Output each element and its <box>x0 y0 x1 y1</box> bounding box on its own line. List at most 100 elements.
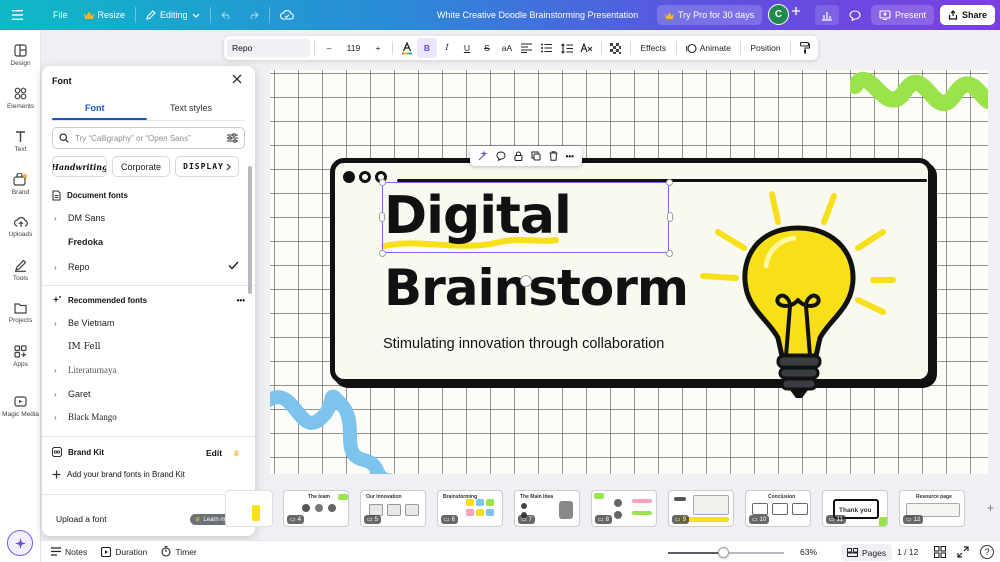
tab-font[interactable]: Font <box>85 103 105 113</box>
decrease-font-size-button[interactable]: – <box>319 38 339 58</box>
user-avatar[interactable]: C <box>768 4 789 25</box>
comments-button[interactable] <box>843 5 867 25</box>
letter-case-button[interactable]: aA <box>497 38 517 58</box>
duration-button[interactable]: Duration <box>94 546 154 557</box>
page-thumbnail[interactable]: Resource page ▭ 12 <box>899 490 965 527</box>
duplicate-icon[interactable] <box>531 151 541 161</box>
font-size-input[interactable]: 119 <box>339 38 368 58</box>
more-options-icon[interactable]: ••• <box>566 152 574 161</box>
editing-mode-dropdown[interactable]: Editing <box>138 0 208 30</box>
more-options-icon[interactable]: ••• <box>237 296 245 305</box>
italic-button[interactable]: I <box>437 38 457 58</box>
position-button[interactable]: Position <box>745 38 786 58</box>
magic-assistant-button[interactable] <box>7 530 33 556</box>
add-collaborator-button[interactable] <box>791 6 801 16</box>
magic-write-icon[interactable] <box>478 151 488 161</box>
chip-handwriting[interactable]: Handwriting <box>52 156 107 177</box>
lock-icon[interactable] <box>514 151 523 161</box>
resize-handle[interactable] <box>666 179 673 186</box>
strikethrough-button[interactable]: S <box>477 38 497 58</box>
effects-button[interactable]: Effects <box>635 38 672 58</box>
rail-projects[interactable]: Projects <box>0 302 41 324</box>
undo-button[interactable] <box>213 0 240 30</box>
title-line-2[interactable]: Brainstorm <box>384 263 689 313</box>
rail-design[interactable]: Design <box>0 44 41 67</box>
grid-view-button[interactable] <box>934 546 946 558</box>
page-thumbnail[interactable]: The team ▭ 4 <box>283 490 349 527</box>
slide-subtitle[interactable]: Stimulating innovation through collabora… <box>383 336 664 352</box>
font-item-repo[interactable]: › Repo <box>54 261 239 273</box>
document-title[interactable]: White Creative Doodle Brainstorming Pres… <box>437 0 638 30</box>
rail-elements[interactable]: Elements <box>0 87 41 110</box>
redo-button[interactable] <box>240 0 267 30</box>
resize-button[interactable]: Resize <box>76 0 134 30</box>
page-thumbnail[interactable]: Brainstorming ▭ 6 <box>437 490 503 527</box>
add-page-button[interactable]: + <box>987 501 994 515</box>
chip-corporate[interactable]: Corporate <box>112 156 170 177</box>
rotate-handle[interactable] <box>520 275 532 287</box>
timer-button[interactable]: Timer <box>154 546 203 557</box>
align-left-button[interactable] <box>517 38 537 58</box>
upload-font-button[interactable]: Upload a font <box>56 514 107 524</box>
copy-style-button[interactable] <box>795 38 815 58</box>
close-panel-button[interactable] <box>232 74 242 84</box>
rail-tools[interactable]: Tools <box>0 259 41 282</box>
font-search-input[interactable]: Try “Calligraphy” or “Open Sans” <box>52 127 245 149</box>
tab-text-styles[interactable]: Text styles <box>170 103 212 113</box>
resize-handle[interactable] <box>379 179 386 186</box>
slide-canvas[interactable]: Digital Brainstorm Stimulating innovatio… <box>270 70 988 474</box>
font-item-black-mango[interactable]: › Black Mango <box>54 412 239 422</box>
zoom-value[interactable]: 63% <box>800 547 817 557</box>
main-menu-button[interactable] <box>0 0 31 30</box>
page-thumbnail[interactable]: ▭ 8 <box>591 490 657 527</box>
help-button[interactable]: ? <box>980 545 994 559</box>
fullscreen-button[interactable] <box>957 546 969 558</box>
font-family-dropdown[interactable]: Repo <box>227 39 310 57</box>
animate-button[interactable]: Animate <box>681 38 736 58</box>
pages-button[interactable]: Pages <box>841 544 893 561</box>
rail-text[interactable]: Text <box>0 130 41 153</box>
font-item-fredoka[interactable]: Fredoka <box>54 237 239 247</box>
resize-handle-side[interactable] <box>667 212 673 222</box>
chip-display[interactable]: DISPLAY <box>175 156 239 177</box>
zoom-slider[interactable] <box>668 547 784 558</box>
font-item-be-vietnam[interactable]: › Be Vietnam <box>54 318 239 328</box>
spacing-button[interactable] <box>557 38 577 58</box>
comment-add-icon[interactable] <box>496 151 506 161</box>
rail-uploads[interactable]: Uploads <box>0 216 41 238</box>
selection-box[interactable] <box>382 182 669 253</box>
cloud-save-button[interactable] <box>272 0 302 30</box>
page-thumbnail[interactable] <box>225 490 273 527</box>
brand-kit-edit-button[interactable]: Edit ♛ <box>206 448 240 459</box>
font-item-literaturnaya[interactable]: › Literaturnaya <box>54 365 239 375</box>
resize-handle[interactable] <box>379 250 386 257</box>
present-button[interactable]: Present <box>871 5 935 25</box>
text-effects-style-button[interactable] <box>577 38 597 58</box>
try-pro-button[interactable]: Try Pro for 30 days <box>657 5 763 25</box>
list-button[interactable] <box>537 38 557 58</box>
font-item-dm-sans[interactable]: › DM Sans <box>54 213 239 223</box>
underline-button[interactable]: U <box>457 38 477 58</box>
text-color-button[interactable] <box>397 38 417 58</box>
page-thumbnail[interactable]: The Main Idea ▭ 7 <box>514 490 580 527</box>
analytics-button[interactable] <box>815 5 839 25</box>
resize-handle[interactable] <box>666 250 673 257</box>
page-thumbnail[interactable]: Thank you ▭ 11 <box>822 490 888 527</box>
add-brand-fonts-link[interactable]: Add your brand fonts in Brand Kit <box>52 470 185 479</box>
page-thumbnail[interactable]: Conclusion ▭ 10 <box>745 490 811 527</box>
rail-brand[interactable]: Brand <box>0 173 41 196</box>
rail-apps[interactable]: Apps <box>0 345 41 368</box>
font-item-im-fell[interactable]: IM Fell <box>54 342 239 352</box>
bold-button[interactable]: B <box>416 38 437 58</box>
zoom-slider-knob[interactable] <box>717 547 729 558</box>
notes-button[interactable]: Notes <box>44 547 94 557</box>
increase-font-size-button[interactable]: + <box>368 38 388 58</box>
transparency-button[interactable] <box>606 38 626 58</box>
rail-magic-media[interactable]: Magic Media <box>0 395 41 418</box>
filter-icon[interactable] <box>227 133 238 143</box>
panel-scrollbar[interactable] <box>248 166 252 294</box>
page-thumbnail[interactable]: ▭ 9 <box>668 490 734 527</box>
resize-handle-side[interactable] <box>379 212 385 222</box>
trash-icon[interactable] <box>549 151 558 161</box>
font-item-garet[interactable]: › Garet <box>54 389 239 399</box>
